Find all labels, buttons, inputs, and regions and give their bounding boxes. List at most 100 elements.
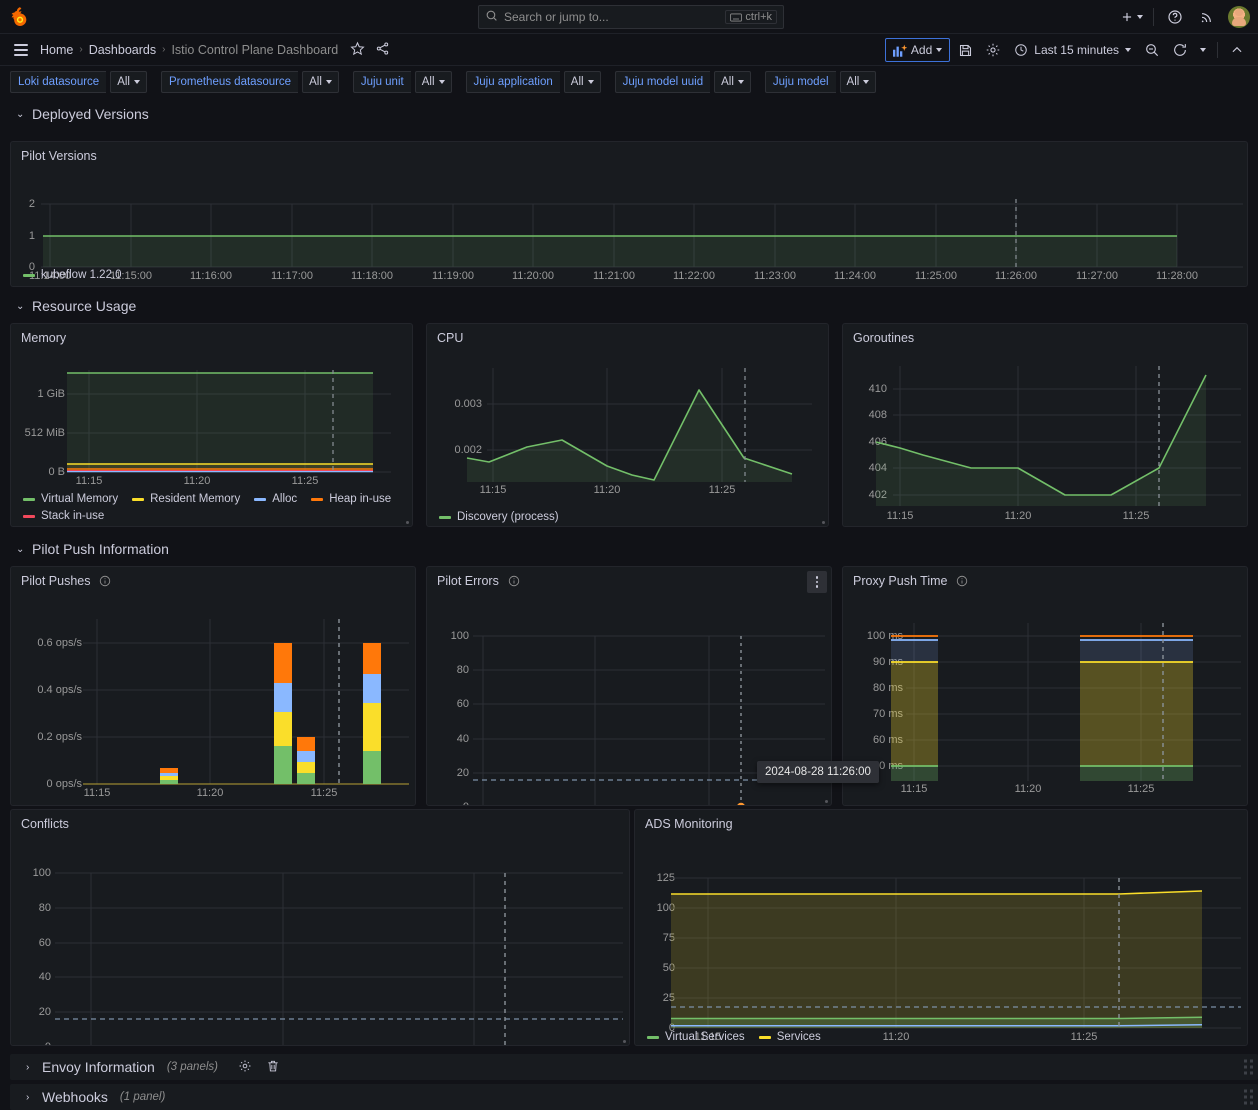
chart-goroutines[interactable]: 410 408 406 404 402 11:15 11:20 11:25 [843,348,1247,526]
chevron-down-icon: ⌄ [16,108,25,120]
dashboard-settings-button[interactable] [980,38,1006,62]
legend-swatch [132,497,145,501]
variable-label[interactable]: Juju model uuid [614,71,711,93]
variable-label[interactable]: Juju unit [352,71,411,93]
breadcrumb-item-dashboards[interactable]: Dashboards [89,43,156,57]
chart-ads-monitoring[interactable]: 125 100 75 50 25 0 11:15 11:20 11:25 [635,834,1247,1043]
chart-memory[interactable]: 1 GiB 512 MiB 0 B 11:15 11:20 11:25 [11,348,412,487]
panel-resize-handle[interactable] [623,1040,626,1043]
variable-label[interactable]: Prometheus datasource [160,71,299,93]
chevron-down-icon [863,80,870,84]
row-delete-icon[interactable] [266,1059,280,1076]
search-input[interactable]: Search or jump to... ctrl+k [478,5,784,29]
legend-item[interactable]: Virtual Services [647,1031,745,1043]
legend-item[interactable]: Alloc [254,493,297,505]
variable-value-picker[interactable]: All [302,71,339,93]
variable-juju-unit: Juju unit All [352,71,452,93]
legend-swatch [254,497,267,501]
star-icon[interactable] [350,41,365,59]
variable-value-picker[interactable]: All [839,71,877,93]
chevron-right-icon: › [26,1061,30,1073]
panel-resize-handle[interactable] [825,800,828,803]
row-drag-handle[interactable] [1244,1059,1253,1075]
variable-label[interactable]: Loki datasource [10,71,107,93]
menu-toggle-icon[interactable] [8,37,34,63]
info-icon[interactable] [99,575,111,587]
chart-cpu[interactable]: 0.003 0.002 11:15 11:20 11:25 [427,348,828,498]
legend-item[interactable]: Discovery (process) [439,511,559,523]
legend-item[interactable]: Services [758,1031,821,1043]
refresh-interval-dropdown[interactable] [1195,38,1211,62]
chevron-down-icon [438,80,445,84]
variable-value: All [846,76,860,88]
x-tick: 11:19:00 [431,270,474,282]
toolbar-actions: Add Last 15 minutes [884,34,1250,66]
add-new-button[interactable] [1120,6,1143,28]
panel-title-text: Pilot Errors [437,574,499,588]
share-icon[interactable] [375,41,390,59]
breadcrumb-item-current: Istio Control Plane Dashboard [171,42,339,57]
template-variables-bar: Loki datasource All Prometheus datasourc… [0,66,1258,98]
variable-value-picker[interactable]: All [563,71,601,93]
chevron-down-icon [1137,15,1143,19]
panel-title-text: Pilot Versions [21,149,97,163]
breadcrumb-separator: › [79,44,83,55]
variable-value-picker[interactable]: All [714,71,751,93]
row-title: Webhooks [42,1089,108,1105]
legend-item[interactable]: Stack in-use [23,510,104,522]
legend-item[interactable]: kubeflow 1.22.0 [23,269,122,281]
row-header-resource-usage[interactable]: ⌄ Resource Usage [0,294,136,318]
variable-value: All [421,76,435,88]
x-tick: 11:15 [900,783,928,795]
breadcrumb-item-home[interactable]: Home [40,43,73,57]
info-icon[interactable] [508,575,520,587]
row-panel-count: (1 panel) [119,1091,166,1103]
variable-label[interactable]: Juju model [764,71,836,93]
row-settings-icon[interactable] [238,1059,252,1076]
panel-resize-handle[interactable] [822,521,825,524]
row-header-envoy-information[interactable]: › Envoy Information (3 panels) [10,1054,1258,1080]
panel-resize-handle[interactable] [406,521,409,524]
add-panel-button[interactable]: Add [884,38,951,62]
legend-item[interactable]: Resident Memory [132,493,240,505]
x-tick: 11:20 [1014,783,1042,795]
legend-item[interactable]: Heap in-use [311,493,391,505]
panel-title: CPU [427,324,828,345]
row-header-pilot-push-information[interactable]: ⌄ Pilot Push Information [0,537,169,561]
x-tick: 11:17:00 [270,270,313,282]
avatar[interactable] [1228,6,1250,28]
chart-pilot-pushes[interactable]: 0.6 ops/s 0.4 ops/s 0.2 ops/s 0 ops/s 11… [11,591,415,799]
grafana-logo[interactable] [0,6,40,28]
legend-swatch [311,497,324,501]
time-range-picker[interactable]: Last 15 minutes [1008,38,1137,62]
add-panel-label: Add [910,43,933,57]
save-dashboard-button[interactable] [952,38,978,62]
panel-title: ADS Monitoring [635,810,1247,831]
chart-pilot-versions[interactable]: 2 1 0 11:14:00 11:15:00 11:16:00 11:17:0… [11,166,1247,282]
legend-swatch [23,497,35,501]
variable-value: All [570,76,584,88]
row-drag-handle[interactable] [1244,1089,1253,1105]
legend-item[interactable]: Virtual Memory [23,493,118,505]
legend-label: kubeflow 1.22.0 [41,269,122,281]
chart-proxy-push-time[interactable]: 100 ms 90 ms 80 ms 70 ms 60 ms 50 ms 11:… [843,591,1247,795]
variable-value-picker[interactable]: All [110,71,147,93]
collapse-toolbar-button[interactable] [1224,38,1250,62]
news-rss-icon[interactable] [1196,6,1218,28]
zoom-out-button[interactable] [1139,38,1165,62]
variable-label[interactable]: Juju application [465,71,560,93]
legend-swatch [23,514,35,518]
help-icon[interactable] [1164,6,1186,28]
panel-pilot-pushes: Pilot Pushes 0.6 ops/s 0.4 ops/s 0.2 ops… [10,566,416,806]
row-header-webhooks[interactable]: › Webhooks (1 panel) [10,1084,1258,1110]
panel-title: Proxy Push Time [843,567,1247,588]
refresh-button[interactable] [1167,38,1193,62]
panel-menu-button[interactable] [807,571,827,593]
info-icon[interactable] [956,575,968,587]
variable-value-picker[interactable]: All [414,71,452,93]
x-tick: 11:22:00 [672,270,715,282]
chevron-down-icon: ⌄ [16,300,25,312]
chart-conflicts[interactable]: 100 80 60 40 20 0 11:15 11:20 11:25 [11,834,629,1045]
variable-value: All [309,76,322,88]
row-header-deployed-versions[interactable]: ⌄ Deployed Versions [0,102,1258,126]
